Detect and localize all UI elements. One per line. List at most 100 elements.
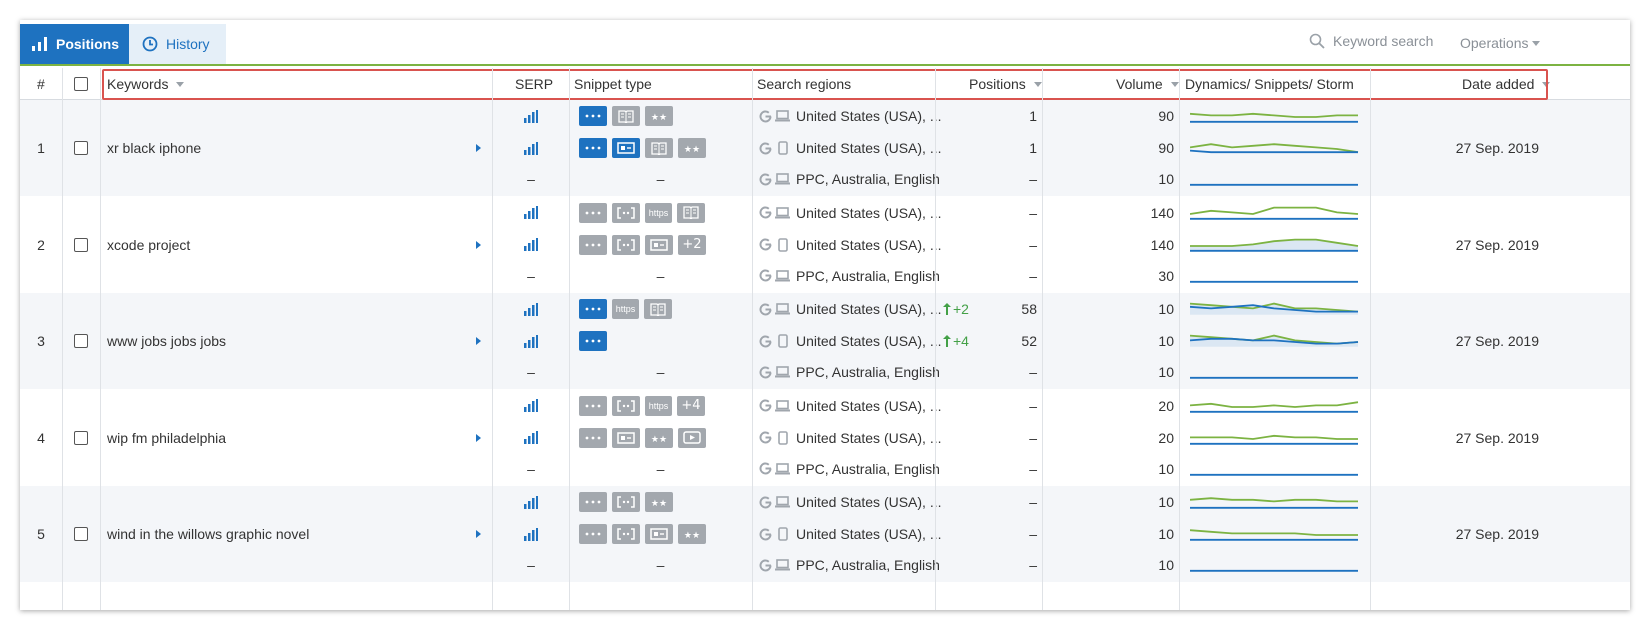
keyword-text[interactable]: wip fm philadelphia [107, 390, 467, 486]
table-row: 4 wip fm philadelphia 27 Sep. 2019 https +4 U… [20, 389, 1630, 486]
snippet-bracket-icon[interactable] [612, 234, 640, 255]
snippet-dots-icon[interactable] [579, 202, 607, 223]
snippet-dots-icon[interactable] [579, 138, 607, 158]
snippet-bracket-icon[interactable] [612, 202, 640, 223]
dynamics-sparkline[interactable] [1190, 233, 1360, 257]
snippet-https-icon[interactable]: https [645, 202, 672, 223]
row-checkbox[interactable] [74, 237, 88, 252]
serp-bars-icon[interactable] [493, 394, 569, 418]
snippet-dots-icon[interactable] [579, 395, 607, 416]
snippet-dots-icon[interactable] [579, 106, 607, 126]
sparkline-green-series [1190, 497, 1358, 503]
row-checkbox[interactable] [74, 141, 88, 155]
snippet-stars-icon[interactable]: ★★ [678, 524, 706, 544]
snippet-dots-icon[interactable] [579, 524, 607, 544]
snippet-more-badge[interactable]: +2 [678, 234, 706, 255]
row-checkbox-wrap [62, 390, 100, 486]
serp-bars-icon[interactable] [493, 426, 569, 450]
sparkline-chart [1190, 529, 1358, 541]
serp-bars-icon[interactable] [493, 522, 569, 546]
row-checkbox[interactable] [74, 430, 88, 445]
row-checkbox[interactable] [74, 527, 88, 541]
sparkline-chart [1190, 143, 1359, 154]
snippet-more-badge[interactable]: +4 [677, 395, 705, 416]
snippet-https-icon[interactable]: https [645, 395, 672, 416]
search-region: United States (USA), ... [759, 104, 942, 128]
keyword-search[interactable]: Keyword search [1309, 33, 1433, 49]
snippet-book-icon[interactable] [677, 202, 705, 223]
serp-bars-icon[interactable] [493, 490, 569, 514]
snippet-stars-icon[interactable]: ★★ [645, 106, 673, 126]
operations-dropdown[interactable]: Operations [1460, 35, 1541, 51]
snippet-book-icon[interactable] [612, 106, 640, 126]
serp-bars-icon[interactable] [493, 297, 569, 321]
dynamics-sparkline[interactable] [1190, 201, 1360, 225]
dynamics-sparkline[interactable] [1190, 522, 1360, 546]
snippet-stars-icon[interactable]: ★★ [645, 427, 673, 448]
snippet-play-icon[interactable] [678, 427, 706, 448]
position-value: 58 [1021, 301, 1037, 317]
toolbar: Positions History Keyword search Operati… [20, 20, 1630, 66]
keyword-text[interactable]: xr black iphone [107, 100, 467, 196]
column-positions[interactable]: Positions [969, 68, 1042, 100]
keyword-text[interactable]: xcode project [107, 197, 467, 293]
snippet-bracket-icon[interactable] [612, 492, 640, 512]
dynamics-sparkline[interactable] [1190, 457, 1360, 481]
snippet-stars-icon[interactable]: ★★ [645, 492, 673, 512]
expand-arrow-icon[interactable] [476, 197, 484, 293]
region-text: United States (USA), ... [796, 204, 942, 221]
select-all-checkbox[interactable] [74, 77, 88, 91]
keyword-text[interactable]: www jobs jobs jobs [107, 293, 467, 389]
tab-positions[interactable]: Positions [20, 24, 129, 64]
serp-bars-icon[interactable] [493, 104, 569, 128]
snippet-https-icon[interactable]: https [612, 299, 639, 319]
dynamics-sparkline[interactable] [1190, 553, 1360, 577]
expand-arrow-glyph [476, 144, 481, 152]
tab-history-label: History [166, 36, 210, 52]
expand-arrow-icon[interactable] [476, 100, 484, 196]
row-checkbox[interactable] [74, 334, 88, 348]
column-keywords[interactable]: Keywords [107, 68, 185, 100]
snippet-dots-icon[interactable] [579, 234, 607, 255]
search-region: United States (USA), ... [759, 522, 942, 546]
dynamics-sparkline[interactable] [1190, 490, 1360, 514]
snippet-list-icon[interactable] [645, 524, 673, 544]
tab-history[interactable]: History [129, 24, 226, 64]
dynamics-sparkline[interactable] [1190, 264, 1360, 288]
snippet-book-icon[interactable] [645, 138, 673, 158]
dynamics-sparkline[interactable] [1190, 360, 1360, 384]
column-date-added[interactable]: Date added [1462, 68, 1551, 100]
column-volume[interactable]: Volume [1116, 68, 1179, 100]
volume-value: 10 [1158, 460, 1174, 477]
snippet-stars-icon[interactable]: ★★ [678, 138, 706, 158]
snippet-list-icon[interactable] [612, 138, 640, 158]
serp-bars-icon[interactable] [493, 136, 569, 160]
expand-arrow-icon[interactable] [476, 293, 484, 389]
dynamics-sparkline[interactable] [1190, 104, 1360, 128]
dynamics-sparkline[interactable] [1190, 329, 1360, 353]
serp-bars-icon[interactable] [493, 329, 569, 353]
snippet-dots-icon[interactable] [579, 299, 607, 319]
expand-arrow-icon[interactable] [476, 390, 484, 486]
snippet-list-icon[interactable] [612, 427, 640, 448]
expand-arrow-icon[interactable] [476, 486, 484, 582]
dynamics-sparkline[interactable] [1190, 426, 1360, 450]
svg-text:★★: ★★ [651, 435, 667, 442]
snippet-dots-icon[interactable] [579, 331, 607, 351]
dynamics-sparkline[interactable] [1190, 167, 1360, 191]
sparkline-chart [1190, 334, 1359, 347]
snippet-list-icon[interactable] [645, 234, 673, 255]
keyword-text[interactable]: wind in the willows graphic novel [107, 486, 467, 582]
dynamics-sparkline[interactable] [1190, 136, 1360, 160]
volume-value: 10 [1158, 333, 1174, 349]
dynamics-sparkline[interactable] [1190, 297, 1360, 321]
snippet-bracket-icon[interactable] [612, 524, 640, 544]
search-region: United States (USA), ... [759, 136, 942, 160]
snippet-dots-icon[interactable] [579, 492, 607, 512]
snippet-book-icon[interactable] [644, 299, 672, 319]
serp-bars-icon[interactable] [493, 233, 569, 257]
serp-bars-icon[interactable] [493, 201, 569, 225]
snippet-dots-icon[interactable] [579, 427, 607, 448]
dynamics-sparkline[interactable] [1190, 394, 1360, 418]
snippet-bracket-icon[interactable] [612, 395, 640, 416]
